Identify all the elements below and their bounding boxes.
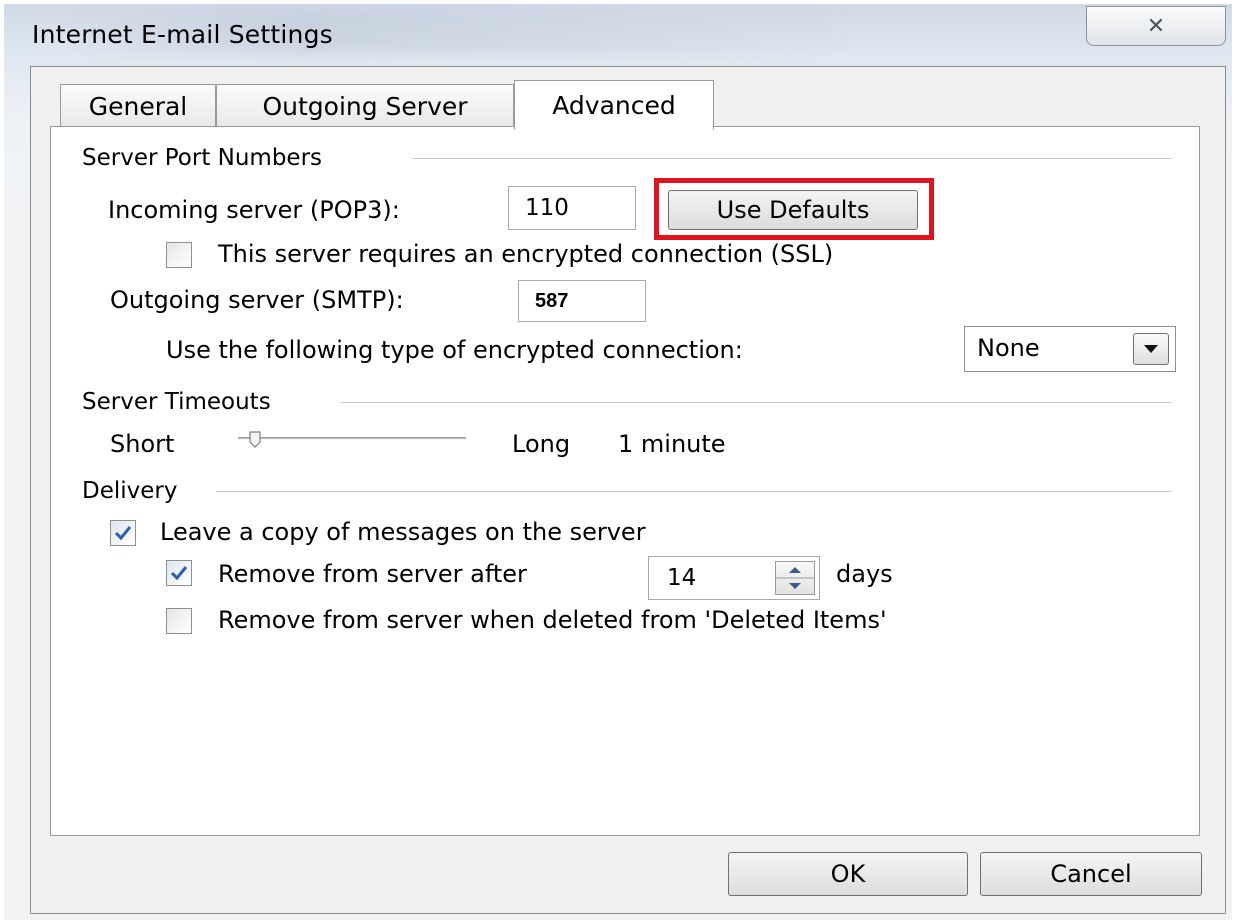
use-defaults-button[interactable]: Use Defaults: [668, 190, 918, 230]
incoming-port-input[interactable]: 110: [508, 186, 636, 230]
section-server-timeouts: Server Timeouts: [82, 389, 271, 415]
timeout-short-label: Short: [110, 430, 175, 458]
encryption-type-select[interactable]: None: [964, 326, 1176, 372]
tab-outgoing-server[interactable]: Outgoing Server: [216, 84, 514, 128]
section-divider: [216, 491, 1172, 492]
chevron-down-icon[interactable]: [1133, 333, 1169, 365]
encryption-type-value: None: [977, 334, 1040, 362]
section-divider: [340, 402, 1172, 403]
timeout-value: 1 minute: [618, 430, 726, 458]
ssl-checkbox[interactable]: [166, 242, 192, 268]
remove-after-checkbox[interactable]: [166, 560, 192, 586]
cancel-button[interactable]: Cancel: [980, 852, 1202, 896]
leave-copy-checkbox[interactable]: [110, 520, 136, 546]
days-spinner[interactable]: 14: [648, 556, 820, 600]
remove-deleted-checkbox[interactable]: [166, 608, 192, 634]
close-button[interactable]: ✕: [1086, 6, 1226, 46]
tab-advanced[interactable]: Advanced: [514, 80, 714, 130]
remove-after-label: Remove from server after: [218, 560, 527, 588]
remove-deleted-label: Remove from server when deleted from 'De…: [218, 606, 887, 634]
outgoing-port-input[interactable]: 587: [518, 280, 646, 322]
encryption-type-label: Use the following type of encrypted conn…: [166, 336, 743, 364]
outgoing-server-label: Outgoing server (SMTP):: [110, 286, 404, 314]
incoming-server-label: Incoming server (POP3):: [108, 196, 400, 224]
ok-button[interactable]: OK: [728, 852, 968, 896]
timeout-long-label: Long: [512, 430, 571, 458]
tab-panel-advanced: [50, 126, 1200, 836]
spinner-arrows-icon[interactable]: [775, 561, 815, 595]
window-title: Internet E-mail Settings: [32, 20, 333, 49]
days-label: days: [836, 560, 893, 588]
section-server-port-numbers: Server Port Numbers: [82, 145, 323, 171]
tab-general[interactable]: General: [60, 84, 216, 128]
checkmark-icon: [114, 526, 132, 541]
slider-thumb[interactable]: [249, 431, 261, 448]
close-icon: ✕: [1146, 13, 1166, 39]
checkmark-icon: [170, 566, 188, 581]
days-value: 14: [667, 565, 697, 591]
timeout-slider[interactable]: [236, 428, 468, 452]
section-divider: [412, 158, 1172, 159]
section-delivery: Delivery: [82, 478, 178, 504]
leave-copy-label: Leave a copy of messages on the server: [160, 518, 646, 546]
ssl-checkbox-label: This server requires an encrypted connec…: [218, 240, 834, 268]
